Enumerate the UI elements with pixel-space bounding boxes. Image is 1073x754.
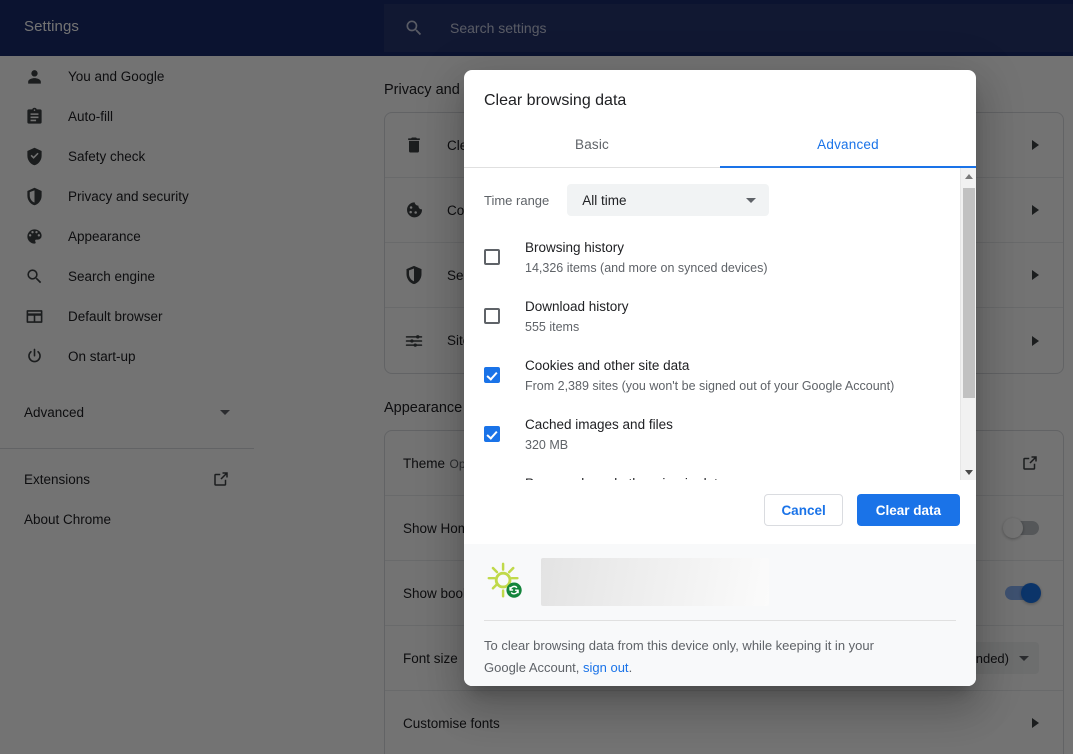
checkbox-cached-images-and-files[interactable] xyxy=(484,426,500,442)
time-range-select[interactable]: All time xyxy=(567,184,770,216)
checkbox-text: Cookies and other site data From 2,389 s… xyxy=(525,356,894,396)
scroll-down-arrow-icon[interactable] xyxy=(961,464,976,480)
cancel-button[interactable]: Cancel xyxy=(764,494,843,526)
checkbox-label: Passwords and other sign-in data xyxy=(525,474,891,480)
data-type-checkbox-list: Browsing history 14,326 items (and more … xyxy=(464,226,960,480)
checkbox-row-download-history[interactable]: Download history 555 items xyxy=(484,297,960,356)
time-range-field: Time range All time xyxy=(464,168,960,226)
checkbox-cookies-and-other-site-data[interactable] xyxy=(484,367,500,383)
checkbox-label: Browsing history xyxy=(525,240,625,255)
dialog-body: Time range All time Browsing history 14,… xyxy=(464,168,976,480)
footer-note: To clear browsing data from this device … xyxy=(464,621,924,679)
scroll-up-arrow-icon[interactable] xyxy=(961,168,976,184)
footer-note-suffix: . xyxy=(628,660,633,675)
scrollbar-thumb[interactable] xyxy=(963,188,975,398)
dialog-actions: Cancel Clear data xyxy=(464,480,976,544)
checkbox-label: Download history xyxy=(525,299,629,314)
checkbox-row-passwords[interactable]: Passwords and other sign-in data 73 pass… xyxy=(484,474,960,480)
account-name-redacted xyxy=(541,558,769,606)
checkbox-row-cached-images[interactable]: Cached images and files 320 MB xyxy=(484,415,960,474)
checkbox-label: Cached images and files xyxy=(525,417,673,432)
dialog-title: Clear browsing data xyxy=(484,92,627,109)
sun-sync-icon xyxy=(484,561,526,603)
checkbox-detail: 14,326 items (and more on synced devices… xyxy=(525,261,768,275)
checkbox-row-cookies[interactable]: Cookies and other site data From 2,389 s… xyxy=(484,356,960,415)
checkbox-text: Passwords and other sign-in data 73 pass… xyxy=(525,474,891,480)
time-range-label: Time range xyxy=(484,192,550,208)
time-range-value: All time xyxy=(582,192,627,208)
settings-window: Settings Search settings You and Google … xyxy=(0,0,1073,754)
tab-label: Basic xyxy=(574,137,609,152)
clear-browsing-data-dialog: Clear browsing data Basic Advanced Time … xyxy=(464,70,976,686)
clear-data-button[interactable]: Clear data xyxy=(856,494,960,526)
dialog-scroll-area: Time range All time Browsing history 14,… xyxy=(464,168,960,480)
checkbox-label: Cookies and other site data xyxy=(525,358,690,373)
footer-account-row xyxy=(464,544,976,606)
checkbox-browsing-history[interactable] xyxy=(484,249,500,265)
footer-note-text: To clear browsing data from this device … xyxy=(484,638,874,675)
dialog-scrollbar[interactable] xyxy=(960,168,976,480)
checkbox-detail: 320 MB xyxy=(525,438,569,452)
tab-basic[interactable]: Basic xyxy=(464,122,720,167)
checkbox-text: Cached images and files 320 MB xyxy=(525,415,673,455)
tab-advanced[interactable]: Advanced xyxy=(720,122,976,168)
checkbox-detail: From 2,389 sites (you won't be signed ou… xyxy=(525,379,895,393)
chevron-down-icon xyxy=(746,197,757,203)
dialog-footer: To clear browsing data from this device … xyxy=(464,544,976,686)
checkbox-text: Browsing history 14,326 items (and more … xyxy=(525,238,768,278)
checkbox-download-history[interactable] xyxy=(484,308,500,324)
dialog-tabs: Basic Advanced xyxy=(464,122,976,168)
tab-label: Advanced xyxy=(817,137,879,152)
checkbox-text: Download history 555 items xyxy=(525,297,629,337)
sign-out-link[interactable]: sign out xyxy=(583,660,629,675)
checkbox-row-browsing-history[interactable]: Browsing history 14,326 items (and more … xyxy=(484,238,960,297)
checkbox-detail: 555 items xyxy=(525,320,580,334)
